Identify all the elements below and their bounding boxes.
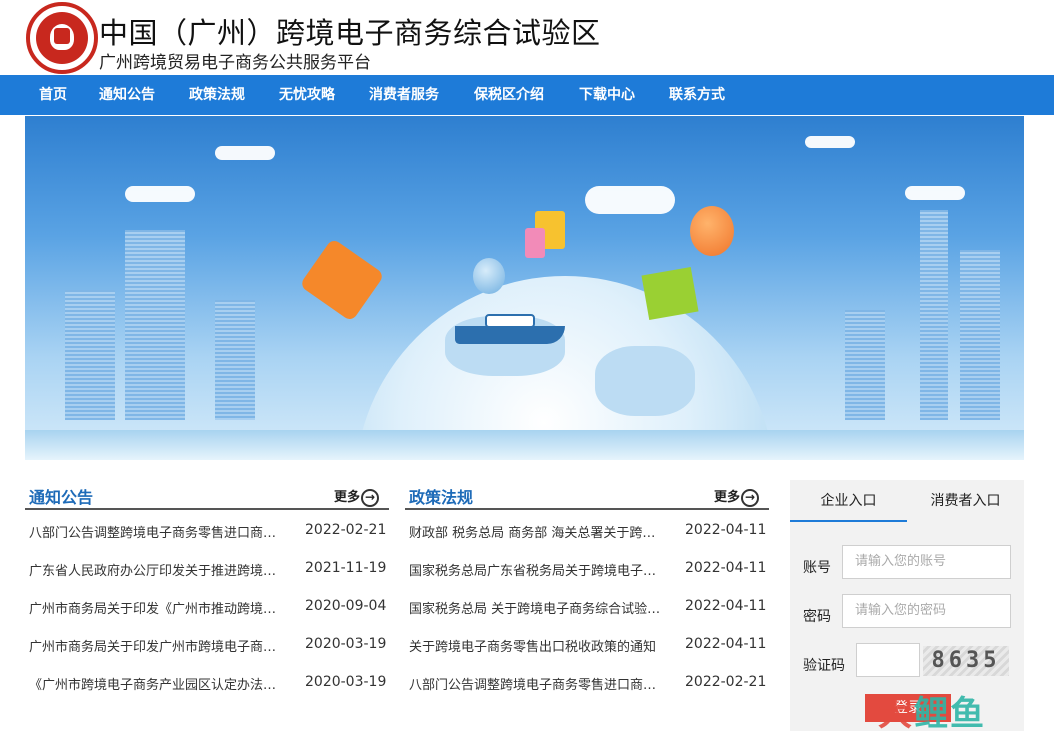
- policies-section: 政策法规 更多 → 财政部 税务总局 商务部 海关总署关于跨… 2022-04-11…: [405, 480, 769, 693]
- list-item[interactable]: 八部门公告调整跨境电子商务零售进口商… 2022-02-21: [29, 522, 389, 542]
- blue-balloon-icon: [473, 258, 505, 294]
- gift-box-icon: [641, 267, 699, 320]
- notices-more-link[interactable]: 更多 →: [334, 486, 379, 507]
- nav-contact[interactable]: 联系方式: [669, 75, 725, 115]
- captcha-input[interactable]: [856, 643, 920, 677]
- account-input[interactable]: 请输入您的账号: [842, 545, 1011, 579]
- arrow-right-circle-icon[interactable]: →: [361, 488, 379, 507]
- watermark-logo: 大鲤鱼: [878, 694, 986, 731]
- nav-policies[interactable]: 政策法规: [189, 75, 245, 115]
- list-item[interactable]: 财政部 税务总局 商务部 海关总署关于跨… 2022-04-11: [409, 522, 769, 542]
- list-item[interactable]: 八部门公告调整跨境电子商务零售进口商… 2022-02-21: [409, 674, 769, 694]
- list-item[interactable]: 广州市商务局关于印发《广州市推动跨境… 2020-09-04: [29, 598, 389, 618]
- nav-notices[interactable]: 通知公告: [99, 75, 155, 115]
- logo-emblem-icon[interactable]: [26, 2, 98, 74]
- shopping-bag-pink-icon: [525, 228, 545, 258]
- list-item[interactable]: 广东省人民政府办公厅印发关于推进跨境… 2021-11-19: [29, 560, 389, 580]
- nav-home[interactable]: 首页: [39, 75, 67, 115]
- policies-more-link[interactable]: 更多 →: [714, 486, 759, 507]
- list-item[interactable]: 国家税务总局广东省税务局关于跨境电子… 2022-04-11: [409, 560, 769, 580]
- password-label: 密码: [803, 609, 831, 625]
- nav-consumer-service[interactable]: 消费者服务: [369, 75, 439, 115]
- tab-enterprise[interactable]: 企业入口: [790, 480, 907, 522]
- arrow-right-circle-icon[interactable]: →: [741, 488, 759, 507]
- notices-section: 通知公告 更多 → 八部门公告调整跨境电子商务零售进口商… 2022-02-21 广…: [25, 480, 389, 693]
- list-item[interactable]: 《广州市跨境电子商务产业园区认定办法… 2020-03-19: [29, 674, 389, 694]
- site-subtitle: 广州跨境贸易电子商务公共服务平台: [99, 53, 371, 73]
- hero-banner[interactable]: [25, 116, 1024, 460]
- tab-consumer[interactable]: 消费者入口: [907, 480, 1024, 522]
- site-header: 中国（广州）跨境电子商务综合试验区 广州跨境贸易电子商务公共服务平台: [0, 0, 1054, 75]
- site-title: 中国（广州）跨境电子商务综合试验区: [99, 16, 601, 50]
- nav-guides[interactable]: 无忧攻略: [279, 75, 335, 115]
- list-item[interactable]: 广州市商务局关于印发广州市跨境电子商… 2020-03-19: [29, 636, 389, 656]
- captcha-label: 验证码: [803, 658, 845, 674]
- account-label: 账号: [803, 560, 831, 576]
- nav-bonded-zone[interactable]: 保税区介绍: [474, 75, 544, 115]
- password-input[interactable]: 请输入您的密码: [842, 594, 1011, 628]
- captcha-image[interactable]: 8635: [923, 646, 1009, 676]
- policies-title: 政策法规: [409, 488, 474, 507]
- ship-icon: [455, 326, 565, 344]
- nav-downloads[interactable]: 下载中心: [579, 75, 635, 115]
- list-item[interactable]: 关于跨境电子商务零售出口税收政策的通知 2022-04-11: [409, 636, 769, 656]
- notices-title: 通知公告: [29, 488, 94, 507]
- list-item[interactable]: 国家税务总局 关于跨境电子商务综合试验… 2022-04-11: [409, 598, 769, 618]
- main-nav: 首页 通知公告 政策法规 无忧攻略 消费者服务 保税区介绍 下载中心 联系方式: [0, 75, 1054, 115]
- suitcase-icon: [299, 237, 385, 323]
- hot-air-balloon-icon: [690, 206, 734, 256]
